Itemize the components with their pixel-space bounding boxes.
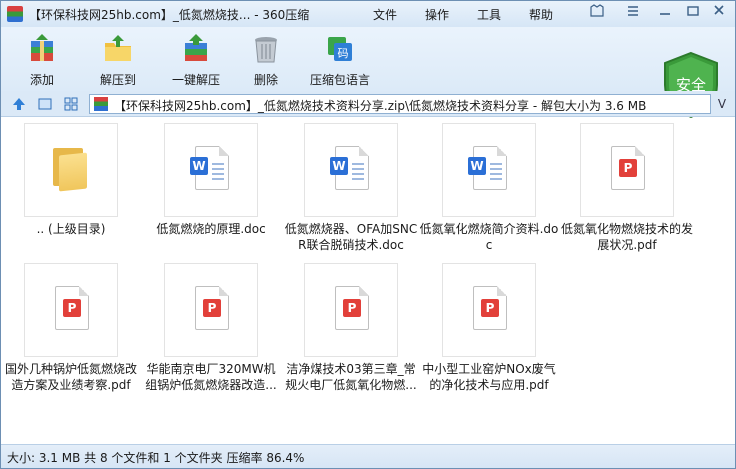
extract-to-icon <box>105 35 131 61</box>
pdf-doc-icon: P <box>473 286 507 330</box>
menu-dropdown-icon[interactable] <box>623 4 643 22</box>
delete-label: 删除 <box>253 73 278 87</box>
menu-file[interactable]: 文件 <box>373 6 397 23</box>
list-item[interactable]: W 低氮燃烧的原理.doc <box>141 118 281 253</box>
file-name: 中小型工业窑炉NOx废气的净化技术与应用.pdf <box>422 362 556 392</box>
view-grid-icon[interactable] <box>63 96 79 112</box>
file-list: .. (上级目录) W 低氮燃烧的原理.doc W 低氮燃烧器、OFA加SNCR <box>1 118 735 444</box>
one-click-extract-button[interactable]: 一键解压 <box>161 31 231 89</box>
file-thumbnail: P <box>24 263 118 357</box>
menu-help[interactable]: 帮助 <box>529 6 553 23</box>
skin-icon[interactable] <box>587 4 607 22</box>
list-item[interactable]: P 低氮氧化物燃烧技术的发展状况.pdf <box>557 118 697 253</box>
file-name: 低氮燃烧的原理.doc <box>156 222 266 236</box>
archive-language-label: 压缩包语言 <box>309 73 370 87</box>
status-text: 大小: 3.1 MB 共 8 个文件和 1 个文件夹 压缩率 86.4% <box>7 451 305 465</box>
word-doc-icon: W <box>190 146 229 190</box>
pdf-doc-icon: P <box>335 286 369 330</box>
extract-to-label: 解压到 <box>99 73 136 87</box>
delete-trash-icon <box>255 37 277 63</box>
archive-language-button[interactable]: 码 压缩包语言 <box>305 31 375 89</box>
list-item[interactable]: P 中小型工业窑炉NOx废气的净化技术与应用.pdf <box>419 258 559 393</box>
maximize-icon[interactable] <box>683 4 703 22</box>
view-large-icon[interactable] <box>37 96 53 112</box>
path-text: 【环保科技网25hb.com】_低氮燃烧技术资料分享.zip\低氮燃烧技术资料分… <box>114 99 647 113</box>
title-bar: 【环保科技网25hb.com】_低氮燃烧技... - 360压缩 文件 操作 工… <box>1 1 735 27</box>
file-thumbnail: P <box>164 263 258 357</box>
file-thumbnail <box>24 123 118 217</box>
window-title: 【环保科技网25hb.com】_低氮燃烧技... - 360压缩 <box>29 8 310 22</box>
list-item[interactable]: P 华能南京电厂320MW机组锅炉低氮燃烧器改造... <box>141 258 281 393</box>
svg-text:码: 码 <box>338 47 349 60</box>
pdf-doc-icon: P <box>611 146 645 190</box>
list-item[interactable]: W 低氮氧化燃烧简介资料.doc <box>419 118 559 253</box>
app-logo-icon <box>7 6 23 22</box>
one-click-extract-icon <box>185 34 207 61</box>
status-bar: 大小: 3.1 MB 共 8 个文件和 1 个文件夹 压缩率 86.4% <box>1 444 735 468</box>
menu-operate[interactable]: 操作 <box>425 6 449 23</box>
delete-button[interactable]: 删除 <box>231 31 301 89</box>
list-item[interactable]: W 低氮燃烧器、OFA加SNCR联合脱硝技术.doc <box>281 118 421 253</box>
file-thumbnail: W <box>442 123 536 217</box>
file-name: 低氮氧化物燃烧技术的发展状况.pdf <box>560 222 693 252</box>
add-label: 添加 <box>29 73 54 87</box>
file-name: 低氮氧化燃烧简介资料.doc <box>419 222 559 252</box>
app-window: 【环保科技网25hb.com】_低氮燃烧技... - 360压缩 文件 操作 工… <box>0 0 736 469</box>
pdf-doc-icon: P <box>55 286 89 330</box>
add-button[interactable]: 添加 <box>7 31 77 89</box>
file-name: 低氮燃烧器、OFA加SNCR联合脱硝技术.doc <box>284 222 418 252</box>
path-field[interactable]: 【环保科技网25hb.com】_低氮燃烧技术资料分享.zip\低氮燃烧技术资料分… <box>89 94 711 114</box>
file-name: 国外几种锅炉低氮燃烧改造方案及业绩考察.pdf <box>4 362 137 392</box>
close-icon[interactable] <box>709 4 729 22</box>
pdf-doc-icon: P <box>195 286 229 330</box>
file-thumbnail: P <box>580 123 674 217</box>
archive-language-icon: 码 <box>328 37 352 61</box>
list-item[interactable]: P 洁净煤技术03第三章_常规火电厂低氮氧化物燃... <box>281 258 421 393</box>
file-name: 华能南京电厂320MW机组锅炉低氮燃烧器改造... <box>145 362 277 392</box>
file-thumbnail: P <box>442 263 536 357</box>
path-dropdown-button[interactable]: V <box>713 94 731 114</box>
extract-to-button[interactable]: 解压到 <box>83 31 153 89</box>
address-bar: 【环保科技网25hb.com】_低氮燃烧技术资料分享.zip\低氮燃烧技术资料分… <box>1 91 735 117</box>
archive-icon <box>94 97 108 111</box>
file-thumbnail: W <box>304 123 398 217</box>
add-archive-icon <box>31 34 53 61</box>
minimize-icon[interactable] <box>655 4 675 22</box>
file-name: .. (上级目录) <box>36 222 106 236</box>
up-level-icon[interactable] <box>11 96 27 112</box>
word-doc-icon: W <box>468 146 507 190</box>
word-doc-icon: W <box>330 146 369 190</box>
list-item-parent-folder[interactable]: .. (上级目录) <box>1 118 141 253</box>
file-thumbnail: W <box>164 123 258 217</box>
one-click-extract-label: 一键解压 <box>171 73 220 87</box>
file-thumbnail: P <box>304 263 398 357</box>
toolbar: 添加 解压到 一键解压 删除 码 压缩包语言 安全 <box>1 27 735 119</box>
file-name: 洁净煤技术03第三章_常规火电厂低氮氧化物燃... <box>285 362 417 392</box>
list-item[interactable]: P 国外几种锅炉低氮燃烧改造方案及业绩考察.pdf <box>1 258 141 393</box>
menu-tools[interactable]: 工具 <box>477 6 501 23</box>
